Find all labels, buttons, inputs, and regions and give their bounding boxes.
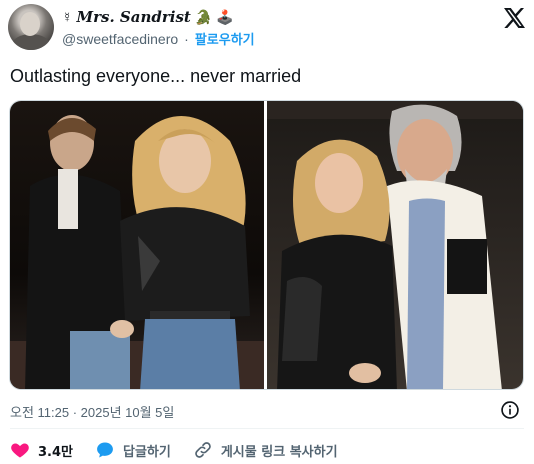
photo-left-illustration bbox=[10, 115, 264, 389]
tweet-header: ☿ Mrs. Sandrist 🐊 🕹️ @sweetfacedinero · … bbox=[8, 4, 526, 54]
author-name-row[interactable]: ☿ Mrs. Sandrist 🐊 🕹️ bbox=[62, 7, 234, 27]
separator-dot: · bbox=[184, 30, 189, 47]
handle-row: @sweetfacedinero · 팔로우하기 bbox=[62, 29, 255, 49]
photo-right-illustration bbox=[267, 101, 523, 389]
reply-label: 답글하기 bbox=[123, 444, 171, 460]
copy-link-label: 게시물 링크 복사하기 bbox=[220, 444, 338, 460]
mercury-symbol-emoji: ☿ bbox=[62, 9, 73, 25]
reply-button[interactable]: 답글하기 bbox=[95, 440, 171, 460]
photo-right[interactable] bbox=[267, 101, 523, 389]
like-button[interactable]: 3.4만 bbox=[10, 440, 73, 460]
link-icon bbox=[195, 442, 211, 458]
reply-bubble-icon bbox=[97, 442, 113, 458]
media-grid[interactable] bbox=[9, 100, 524, 390]
display-name[interactable]: Mrs. Sandrist bbox=[77, 8, 191, 26]
copy-link-button[interactable]: 게시물 링크 복사하기 bbox=[193, 440, 338, 460]
follow-button[interactable]: 팔로우하기 bbox=[195, 29, 255, 48]
info-icon[interactable] bbox=[500, 400, 520, 420]
photo-left[interactable] bbox=[10, 101, 264, 389]
x-logo-icon[interactable] bbox=[502, 6, 526, 30]
action-bar: 3.4만 답글하기 게시물 링크 복사하기 bbox=[10, 440, 360, 460]
joystick-emoji: 🕹️ bbox=[216, 9, 234, 25]
author-handle[interactable]: @sweetfacedinero bbox=[62, 31, 178, 47]
like-count: 3.4만 bbox=[38, 444, 73, 460]
crocodile-emoji: 🐊 bbox=[194, 9, 213, 25]
heart-icon bbox=[11, 443, 29, 458]
timestamp[interactable]: 오전 11:25 · 2025년 10월 5일 bbox=[10, 402, 174, 421]
tweet-text: Outlasting everyone... never married bbox=[10, 66, 302, 86]
avatar[interactable] bbox=[8, 4, 54, 50]
divider bbox=[10, 428, 524, 429]
